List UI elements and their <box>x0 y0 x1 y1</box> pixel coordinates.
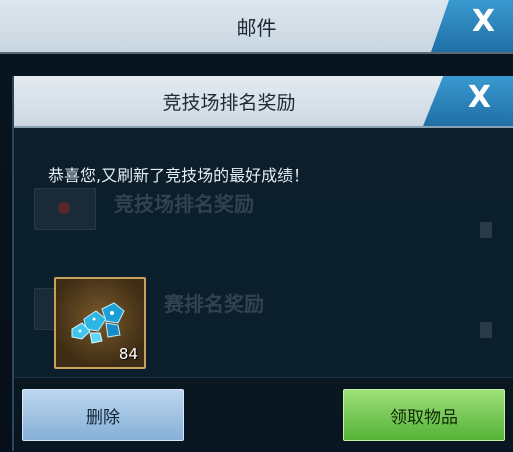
envelope-icon <box>34 188 96 230</box>
dialog-button-bar: 删除 领取物品 <box>14 377 513 452</box>
claim-items-button[interactable]: 领取物品 <box>343 389 505 441</box>
close-icon: X <box>467 80 491 115</box>
reward-dialog: 竞技场排名奖励 赛排名奖励 竞技场排名奖励 X 恭喜您,又刷新了竞技场的最好成绩… <box>12 76 513 452</box>
mail-list-item-title: 赛排名奖励 <box>164 292 264 316</box>
mail-window-close-button[interactable]: X <box>431 0 513 52</box>
document-icon <box>480 222 492 238</box>
reward-item-slot[interactable]: 84 <box>54 277 146 369</box>
mail-list-item: 竞技场排名奖励 <box>34 184 504 244</box>
close-icon: X <box>471 4 495 39</box>
mail-window-header: 邮件 X <box>0 0 513 54</box>
mail-window-title: 邮件 <box>236 16 277 40</box>
reward-message: 恭喜您,又刷新了竞技场的最好成绩！ <box>48 166 310 185</box>
reward-dialog-title: 竞技场排名奖励 <box>162 92 296 114</box>
document-icon <box>480 322 492 338</box>
item-count: 84 <box>118 345 138 363</box>
delete-button[interactable]: 删除 <box>22 389 184 441</box>
reward-dialog-header: 竞技场排名奖励 X <box>14 76 513 128</box>
reward-dialog-close-button[interactable]: X <box>423 76 513 126</box>
blue-gems-icon <box>71 302 125 344</box>
mail-list-item-title: 竞技场排名奖励 <box>114 192 254 216</box>
